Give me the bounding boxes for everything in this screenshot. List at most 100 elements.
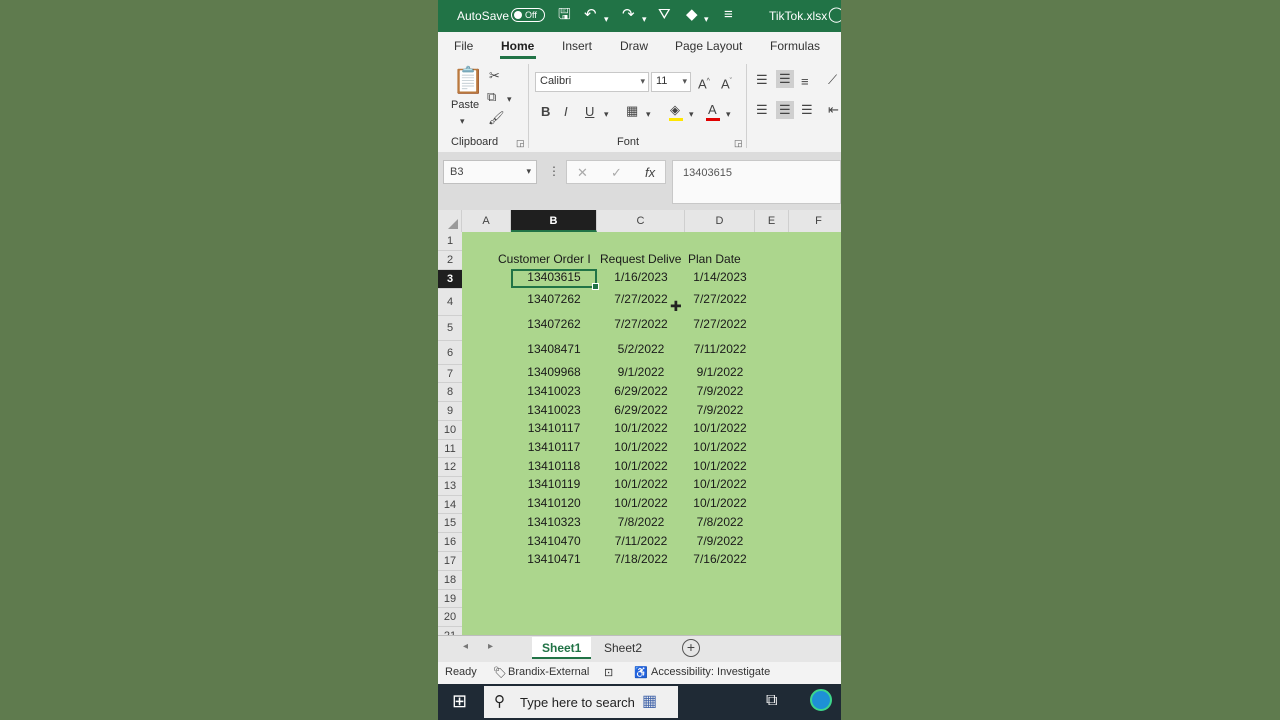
row-header-20[interactable]: 20 [438,608,462,627]
fill-handle[interactable] [592,283,599,290]
tab-home[interactable]: Home [501,39,534,53]
row-header-7[interactable]: 7 [438,365,462,383]
undo-icon[interactable]: ↶ [584,6,597,24]
plan-date-cell[interactable]: 7/8/2022 [685,515,755,529]
italic-icon[interactable]: I [564,104,568,120]
request-date-cell[interactable]: 5/2/2022 [597,342,685,356]
column-header-d[interactable]: D [685,210,755,232]
row-header-5[interactable]: 5 [438,316,462,341]
order-cell[interactable]: 13407262 [511,292,597,306]
plan-date-cell[interactable]: 7/9/2022 [685,534,755,548]
paste-label[interactable]: Paste [451,99,479,111]
plan-date-cell[interactable]: 1/14/2023 [685,270,755,284]
plan-date-cell[interactable]: 9/1/2022 [685,365,755,379]
scroll-right-icon[interactable]: ▸ [488,641,493,652]
row-header-13[interactable]: 13 [438,477,462,496]
request-date-cell[interactable]: 1/16/2023 [597,270,685,284]
request-date-cell[interactable]: 10/1/2022 [597,459,685,473]
sheet-tab-sheet2[interactable]: Sheet2 [594,637,652,659]
column-header-a[interactable]: A [462,210,511,232]
order-cell[interactable]: 13410117 [511,421,597,435]
column-header-b[interactable]: B [511,210,597,232]
align-middle-icon[interactable]: ☰ [776,70,794,88]
name-box[interactable]: B3 ▾ [443,160,537,184]
plan-date-cell[interactable]: 10/1/2022 [685,459,755,473]
order-cell[interactable]: 13410470 [511,534,597,548]
plan-date-cell[interactable]: 7/9/2022 [685,403,755,417]
row-header-15[interactable]: 15 [438,514,462,533]
plan-date-cell[interactable]: 10/1/2022 [685,421,755,435]
tab-draw[interactable]: Draw [620,39,648,53]
underline-icon[interactable]: U [585,104,594,120]
autosave-toggle[interactable]: Off [511,8,545,22]
order-cell[interactable]: 13410120 [511,496,597,510]
paste-icon[interactable]: 📋 [452,66,484,94]
align-bottom-icon[interactable]: ≡ [801,74,809,90]
tab-insert[interactable]: Insert [562,39,592,53]
order-cell[interactable]: 13410117 [511,440,597,454]
order-cell[interactable]: 13410023 [511,384,597,398]
plan-date-cell[interactable]: 7/16/2022 [685,552,755,566]
column-header-e[interactable]: E [755,210,789,232]
select-all-corner[interactable] [438,210,462,232]
underline-dropdown-icon[interactable]: ▾ [604,106,609,122]
tab-formulas[interactable]: Formulas [770,39,820,53]
bold-icon[interactable]: B [541,104,550,120]
order-cell[interactable]: 13408471 [511,342,597,356]
more-options-icon[interactable]: ⋮ [548,164,560,178]
sensitivity-label[interactable]: Brandix-External [508,666,589,678]
tab-file[interactable]: File [454,39,473,53]
font-size-select[interactable]: 11 ▾ [651,72,691,92]
header-cell-order[interactable]: Customer Order I [498,252,598,266]
shield-icon[interactable]: ◯ [828,6,841,24]
align-center-icon[interactable]: ☰ [776,101,794,119]
header-cell-plan-date[interactable]: Plan Date [688,252,758,266]
borders-icon[interactable]: ▦ [626,103,638,119]
font-name-select[interactable]: Calibri ▾ [535,72,649,92]
fill-dropdown-icon[interactable]: ▾ [689,106,694,122]
cut-icon[interactable]: ✂ [489,68,500,84]
filter-icon[interactable]: ⛛ [658,6,671,24]
plan-date-cell[interactable]: 7/11/2022 [685,342,755,356]
formula-input[interactable]: 13403615 [672,160,841,204]
row-header-17[interactable]: 17 [438,552,462,571]
customize-toolbar-icon[interactable]: ≡ [724,6,733,24]
header-cell-request[interactable]: Request Delive [600,252,686,266]
redo-icon[interactable]: ↷ [622,6,635,24]
order-cell[interactable]: 13410323 [511,515,597,529]
row-header-12[interactable]: 12 [438,458,462,477]
font-color-icon[interactable]: A [708,102,717,118]
row-header-19[interactable]: 19 [438,590,462,608]
clipboard-launcher-icon[interactable]: ◲ [516,138,525,149]
copy-dropdown-icon[interactable]: ▾ [507,91,512,107]
align-top-icon[interactable]: ☰ [756,72,768,88]
indent-icon[interactable]: ⇤ [828,102,839,118]
sheet-tab-sheet1[interactable]: Sheet1 [532,637,592,659]
row-header-1[interactable]: 1 [438,232,462,251]
font-color-dropdown-icon[interactable]: ▾ [726,106,731,122]
format-painter-icon[interactable]: 🖌 [488,110,505,126]
undo-dropdown-icon[interactable]: ▾ [604,10,609,28]
add-sheet-icon[interactable]: + [682,639,700,657]
row-header-21[interactable]: 21 [438,627,462,635]
request-date-cell[interactable]: 7/27/2022 [597,317,685,331]
request-date-cell[interactable]: 7/18/2022 [597,552,685,566]
row-header-11[interactable]: 11 [438,440,462,458]
taskbar-search[interactable]: ⚲ Type here to search ▦ [484,686,678,718]
fill-dropdown-icon[interactable]: ▾ [704,10,709,28]
decrease-font-icon[interactable]: Aˇ [721,74,732,92]
row-header-6[interactable]: 6 [438,341,462,365]
accessibility-status[interactable]: Accessibility: Investigate [651,666,770,678]
request-date-cell[interactable]: 10/1/2022 [597,496,685,510]
row-header-14[interactable]: 14 [438,496,462,514]
redo-dropdown-icon[interactable]: ▾ [642,10,647,28]
plan-date-cell[interactable]: 7/27/2022 [685,317,755,331]
request-date-cell[interactable]: 7/11/2022 [597,534,685,548]
save-icon[interactable]: 🖫 [558,6,571,24]
row-header-16[interactable]: 16 [438,533,462,552]
windows-start-icon[interactable]: ⊞ [452,691,467,712]
font-launcher-icon[interactable]: ◲ [734,138,743,149]
request-date-cell[interactable]: 10/1/2022 [597,477,685,491]
orientation-icon[interactable]: ⟋ [828,72,837,88]
highlight-fill-icon[interactable]: ◈ [670,102,680,118]
